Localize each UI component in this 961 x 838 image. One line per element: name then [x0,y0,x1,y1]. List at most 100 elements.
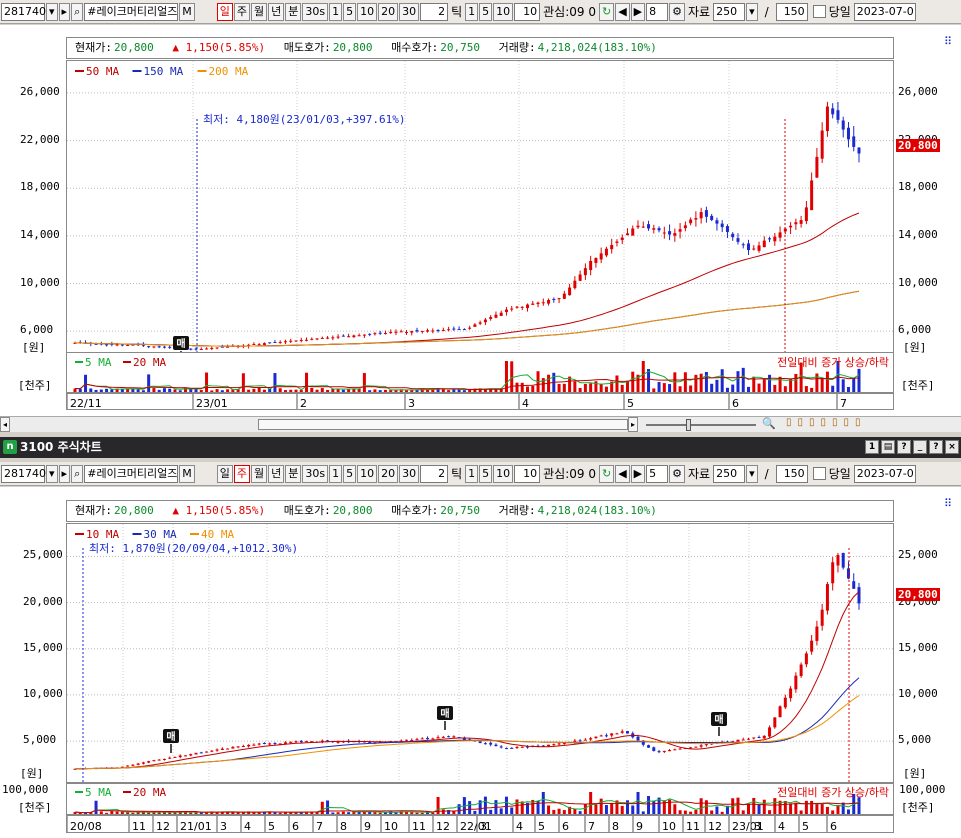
volume-bar [815,373,819,392]
tick-10-button-2[interactable]: 10 [493,464,514,483]
window-help2-icon[interactable]: ? [929,440,943,454]
interval-20-button-2[interactable]: 20 [378,464,399,483]
next-icon[interactable]: ▶ [630,2,646,21]
tool-icons[interactable]: ▯▯▯▯▯▯▯ [786,417,867,428]
candle-body [736,238,740,242]
m-button[interactable]: M [179,2,195,21]
period-year-button[interactable]: 년 [268,2,285,21]
zoom-icon[interactable]: 🔍 [762,417,776,430]
scroll-right-icon[interactable]: ▸ [628,417,639,432]
tick-1-button-2[interactable]: 1 [465,464,479,483]
tick-5-button[interactable]: 5 [479,2,493,21]
dropdown-arrow-icon-2[interactable]: ▾ [46,464,58,483]
period-month-button[interactable]: 월 [250,2,268,21]
expand-icon[interactable]: ⠿ [944,35,952,48]
candle-body [410,331,414,333]
spin-input-2[interactable]: 5 [646,464,669,483]
candle-body [610,733,614,736]
interval-5-button[interactable]: 5 [343,2,357,21]
volume-bar [678,386,682,392]
dropdown-arrow-icon[interactable]: ▾ [46,2,58,21]
period-day-button[interactable]: 일 [216,2,233,21]
tick-5-button-2[interactable]: 5 [479,464,493,483]
tick-count-input-2[interactable]: 2 [420,464,449,483]
total-input[interactable]: 150 [775,2,808,21]
period-week-button[interactable]: 주 [233,2,250,21]
volume-bar [757,383,761,392]
volume-bar [768,810,772,814]
expand-icon-2[interactable]: ⠿ [944,497,952,510]
candle-body [752,248,756,250]
prev-icon[interactable]: ◀ [615,2,630,21]
window-menu-icon[interactable]: 1 [865,440,879,454]
candle-body [715,220,719,224]
period-month-button-2[interactable]: 월 [250,464,268,483]
dangil-checkbox-2[interactable] [812,467,826,480]
window-pin-icon[interactable]: ▤ [881,440,895,454]
date-input-2[interactable]: 2023-07-0 [853,464,916,483]
date-input[interactable]: 2023-07-0 [853,2,916,21]
settings-icon[interactable]: ⚙ [669,2,686,21]
dangil-checkbox[interactable] [812,5,826,18]
period-week-button-2[interactable]: 주 [233,464,250,483]
interval-1-button-2[interactable]: 1 [329,464,343,483]
tick-10-button[interactable]: 10 [493,2,514,21]
interval-20-button[interactable]: 20 [378,2,399,21]
volume-bar [326,389,330,392]
zoom-slider-handle[interactable] [686,419,691,431]
zoom-slider[interactable] [646,424,756,426]
volume-bar [278,812,282,814]
ask-price-2: 20,800 [332,504,373,517]
search-icon[interactable]: ⌕ [71,2,84,21]
m-button-2[interactable]: M [179,464,195,483]
candle-body [336,741,340,743]
tick-1-button[interactable]: 1 [465,2,479,21]
search-icon-2[interactable]: ⌕ [71,464,84,483]
candle-body [568,287,572,296]
volume-bar [357,389,361,392]
stock-code-input[interactable]: 281740 [1,2,46,21]
prev-icon-2[interactable]: ◀ [615,464,630,483]
window-minimize-icon[interactable]: _ [913,440,927,454]
chevron-down-icon[interactable]: ▾ [746,2,758,21]
next-icon-2[interactable]: ▶ [630,464,646,483]
interval-5-button-2[interactable]: 5 [343,464,357,483]
candle-body [241,745,245,747]
next-arrow-icon-2[interactable]: ▸ [58,464,71,483]
refresh-icon-2[interactable]: ↻ [598,464,615,483]
count-select[interactable]: 250 [713,2,746,21]
volume-bar [831,810,835,814]
tick-count-input[interactable]: 2 [420,2,449,21]
candle-body [152,760,156,762]
scroll-left-icon[interactable]: ◂ [0,417,11,432]
tick-value-input-2[interactable]: 10 [514,464,541,483]
refresh-icon[interactable]: ↻ [598,2,615,21]
interval-10-button-2[interactable]: 10 [357,464,378,483]
interval-30s-button-2[interactable]: 30s [302,464,329,483]
period-day-button-2[interactable]: 일 [216,464,233,483]
volume-bar [704,800,708,814]
interval-30-button-2[interactable]: 30 [399,464,420,483]
next-arrow-icon[interactable]: ▸ [58,2,71,21]
period-minute-button[interactable]: 분 [285,2,302,21]
window-help-icon[interactable]: ? [897,440,911,454]
price-info-bar-2: 현재가: 20,800 ▲ 1,150(5.85%) 매도호가: 20,800 매수… [66,500,894,522]
period-year-button-2[interactable]: 년 [268,464,285,483]
volume-bar [483,796,487,814]
period-minute-button-2[interactable]: 분 [285,464,302,483]
interval-10-button[interactable]: 10 [357,2,378,21]
settings-icon-2[interactable]: ⚙ [669,464,686,483]
volume-bar [526,386,530,392]
volume-bar [94,800,98,814]
horizontal-scrollbar[interactable] [258,419,628,430]
tick-value-input[interactable]: 10 [514,2,541,21]
count-select-2[interactable]: 250 [713,464,746,483]
chevron-down-icon-2[interactable]: ▾ [746,464,758,483]
total-input-2[interactable]: 150 [775,464,808,483]
stock-code-input-2[interactable]: 281740 [1,464,46,483]
spin-input[interactable]: 8 [646,2,669,21]
interval-30-button[interactable]: 30 [399,2,420,21]
window-close-icon[interactable]: × [945,440,959,454]
interval-1-button[interactable]: 1 [329,2,343,21]
interval-30s-button[interactable]: 30s [302,2,329,21]
